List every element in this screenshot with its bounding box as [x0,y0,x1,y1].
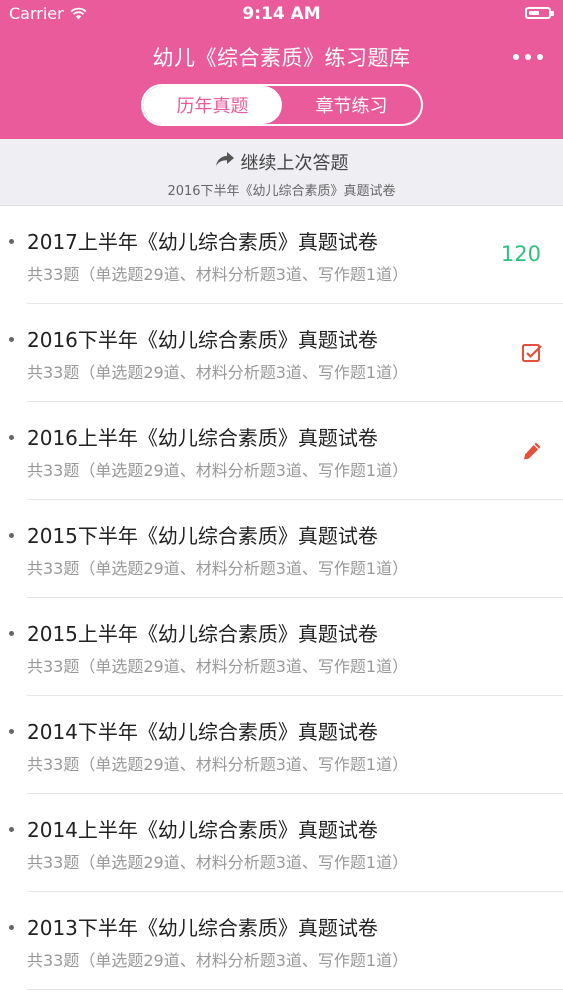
paper-summary: 共33题（单选题29道、材料分析题3道、写作题1道） [27,657,409,676]
resume-label: 继续上次答题 [240,153,349,174]
paper-summary: 共33题（单选题29道、材料分析题3道、写作题1道） [27,363,409,382]
list-item[interactable]: 2014上半年《幼儿综合素质》真题试卷 共33题（单选题29道、材料分析题3道、… [0,794,563,892]
bullet-icon [9,827,14,832]
more-options-icon[interactable] [513,54,543,60]
list-item[interactable]: 2013下半年《幼儿综合素质》真题试卷 共33题（单选题29道、材料分析题3道、… [0,892,563,990]
bullet-icon [9,729,14,734]
list-item[interactable]: 2016下半年《幼儿综合素质》真题试卷 共33题（单选题29道、材料分析题3道、… [0,304,563,402]
resume-paper-name: 2016下半年《幼儿综合素质》真题试卷 [167,184,396,199]
tab-chapter-practice[interactable]: 章节练习 [282,86,421,124]
status-time: 9:14 AM [242,4,321,24]
bullet-icon [9,925,14,930]
answer-count: 120 [500,242,541,266]
paper-summary: 共33题（单选题29道、材料分析题3道、写作题1道） [27,755,409,774]
app-screen: Carrier 9:14 AM 幼儿《综合素质》练习题库 历年真题 章节练习 继… [0,0,563,1000]
bullet-icon [9,631,14,636]
page-title: 幼儿《综合素质》练习题库 [152,46,411,70]
paper-summary: 共33题（单选题29道、材料分析题3道、写作题1道） [27,265,409,284]
paper-title: 2016上半年《幼儿综合素质》真题试卷 [27,426,378,450]
paper-list: 2017上半年《幼儿综合素质》真题试卷 共33题（单选题29道、材料分析题3道、… [0,206,563,990]
segmented-control: 历年真题 章节练习 [141,84,423,126]
status-bar: Carrier 9:14 AM [0,0,563,28]
paper-summary: 共33题（单选题29道、材料分析题3道、写作题1道） [27,461,409,480]
list-item[interactable]: 2015下半年《幼儿综合素质》真题试卷 共33题（单选题29道、材料分析题3道、… [0,500,563,598]
tab-past-exams[interactable]: 历年真题 [143,86,282,124]
paper-title: 2014下半年《幼儿综合素质》真题试卷 [27,720,378,744]
paper-title: 2013下半年《幼儿综合素质》真题试卷 [27,916,378,940]
paper-summary: 共33题（单选题29道、材料分析题3道、写作题1道） [27,559,409,578]
list-item[interactable]: 2017上半年《幼儿综合素质》真题试卷 共33题（单选题29道、材料分析题3道、… [0,206,563,304]
header: Carrier 9:14 AM 幼儿《综合素质》练习题库 历年真题 章节练习 [0,0,563,139]
bullet-icon [9,337,14,342]
paper-title: 2014上半年《幼儿综合素质》真题试卷 [27,818,378,842]
list-item[interactable]: 2014下半年《幼儿综合素质》真题试卷 共33题（单选题29道、材料分析题3道、… [0,696,563,794]
paper-title: 2016下半年《幼儿综合素质》真题试卷 [27,328,378,352]
pencil-icon [521,440,543,462]
bullet-icon [9,435,14,440]
bullet-icon [9,533,14,538]
bullet-icon [9,239,14,244]
battery-icon [525,7,554,19]
share-arrow-icon [215,151,235,173]
paper-title: 2017上半年《幼儿综合素质》真题试卷 [27,230,378,254]
paper-summary: 共33题（单选题29道、材料分析题3道、写作题1道） [27,951,409,970]
list-item[interactable]: 2015上半年《幼儿综合素质》真题试卷 共33题（单选题29道、材料分析题3道、… [0,598,563,696]
checkbox-checked-icon [521,342,543,364]
paper-summary: 共33题（单选题29道、材料分析题3道、写作题1道） [27,853,409,872]
resume-last-session-button[interactable]: 继续上次答题 2016下半年《幼儿综合素质》真题试卷 [0,139,563,206]
paper-title: 2015下半年《幼儿综合素质》真题试卷 [27,524,378,548]
list-item[interactable]: 2016上半年《幼儿综合素质》真题试卷 共33题（单选题29道、材料分析题3道、… [0,402,563,500]
paper-title: 2015上半年《幼儿综合素质》真题试卷 [27,622,378,646]
